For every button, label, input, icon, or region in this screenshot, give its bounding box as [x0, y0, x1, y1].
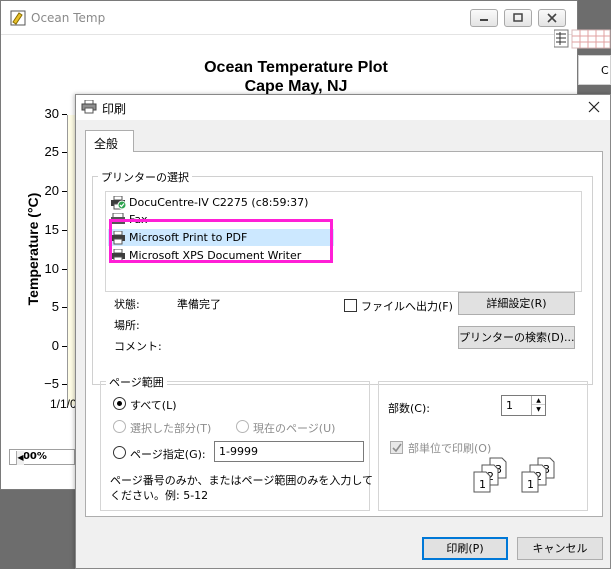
- minimize-icon: [480, 19, 488, 21]
- y-tick-mark: [62, 346, 67, 347]
- tab-general-label: 全般: [94, 137, 119, 151]
- plot-title: Ocean Temperature Plot Cape May, NJ: [101, 58, 491, 96]
- highlight-annotation: [109, 219, 333, 263]
- y-tick-label: 30: [44, 106, 59, 121]
- collate-pages-icon: 3 2 1: [521, 457, 555, 493]
- range-pages-radio[interactable]: [113, 446, 126, 459]
- close-icon: [547, 13, 557, 23]
- range-pages-label: ページ指定(G):: [130, 448, 206, 461]
- print-to-file-checkbox[interactable]: [344, 299, 357, 312]
- toolbar-icons: [554, 29, 611, 49]
- printer-selection-group: プリンターの選択 DocuCentre-IV C2275 (c8:59:37) F…: [92, 169, 593, 385]
- range-hint-line2: ください。例: 5-12: [110, 489, 209, 502]
- tab-general[interactable]: 全般: [85, 130, 134, 152]
- zoom-select[interactable]: 100% ▼ ◀: [9, 449, 75, 465]
- y-axis-label: Temperature (°C): [25, 192, 41, 306]
- copies-input[interactable]: 1 ▲ ▼: [501, 395, 546, 416]
- range-current-radio[interactable]: [236, 420, 249, 433]
- app-title: Ocean Temp: [31, 11, 106, 25]
- range-current-label: 現在のページ(U): [253, 422, 336, 435]
- printer-list-item[interactable]: DocuCentre-IV C2275 (c8:59:37): [108, 194, 308, 211]
- default-printer-icon: [111, 196, 126, 210]
- minimize-button[interactable]: [470, 9, 498, 27]
- dialog-title: 印刷: [102, 102, 127, 116]
- y-tick-mark: [62, 269, 67, 270]
- copies-stepper[interactable]: ▲ ▼: [531, 396, 545, 415]
- cancel-button[interactable]: キャンセル: [517, 537, 603, 560]
- collate-checkbox[interactable]: [390, 441, 403, 454]
- copies-label: 部数(C):: [388, 402, 430, 415]
- y-tick-mark: [62, 230, 67, 231]
- y-tick-label: −5: [44, 376, 59, 391]
- range-selection-label: 選択した部分(T): [130, 422, 212, 435]
- preferences-button[interactable]: 詳細設定(R): [458, 292, 575, 315]
- printer-selection-label: プリンターの選択: [98, 169, 192, 185]
- printer-icon: [81, 100, 97, 114]
- close-window-button[interactable]: [538, 9, 566, 27]
- copies-value: 1: [506, 399, 513, 412]
- dialog-titlebar: 印刷: [76, 95, 610, 120]
- printer-name: DocuCentre-IV C2275 (c8:59:37): [129, 196, 309, 209]
- side-panel-text: C: [601, 64, 609, 77]
- find-printer-button[interactable]: プリンターの検索(D)...: [458, 326, 575, 349]
- svg-text:1: 1: [527, 478, 534, 491]
- close-icon[interactable]: [584, 98, 604, 116]
- x-tick-label: 1/1/0: [50, 397, 77, 411]
- chevron-down-icon[interactable]: ▼: [532, 405, 545, 414]
- y-tick-mark: [62, 114, 67, 115]
- checkmark-icon: [392, 443, 402, 453]
- scroll-left-button[interactable]: ◀: [16, 451, 24, 465]
- print-dialog: 印刷 全般 プリンターの選択 DocuCentre-IV C2275 (c8:5…: [75, 94, 611, 569]
- y-tick-mark: [62, 384, 67, 385]
- maximize-icon: [513, 13, 523, 22]
- app-icon: [10, 10, 26, 26]
- y-tick-label: 0: [51, 338, 59, 353]
- maximize-button[interactable]: [504, 9, 532, 27]
- y-tick-mark: [62, 152, 67, 153]
- print-button[interactable]: 印刷(P): [422, 537, 508, 560]
- comment-label: コメント:: [114, 340, 162, 353]
- plot-title-line1: Ocean Temperature Plot: [204, 59, 388, 76]
- status-label: 状態:: [114, 298, 140, 311]
- page-range-input[interactable]: 1-9999: [214, 441, 364, 462]
- y-tick-mark: [62, 307, 67, 308]
- range-all-radio[interactable]: [113, 397, 126, 410]
- location-label: 場所:: [114, 319, 140, 332]
- svg-text:1: 1: [479, 478, 486, 491]
- range-hint-line1: ページ番号のみか、またはページ範囲のみを入力して: [110, 474, 374, 487]
- range-selection-radio[interactable]: [113, 420, 126, 433]
- app-titlebar: Ocean Temp: [1, 1, 577, 35]
- status-value: 準備完了: [177, 298, 221, 311]
- collate-pages-icon: 3 2 1: [473, 457, 507, 493]
- side-panel: C: [578, 55, 611, 85]
- range-all-label: すべて(L): [130, 399, 177, 412]
- collate-label: 部単位で印刷(O): [408, 442, 492, 455]
- y-tick-label: 25: [44, 144, 59, 159]
- print-to-file-label: ファイルへ出力(F): [361, 300, 453, 313]
- y-tick-mark: [62, 191, 67, 192]
- page-range-label: ページ範囲: [106, 374, 167, 390]
- chevron-up-icon[interactable]: ▲: [532, 396, 545, 405]
